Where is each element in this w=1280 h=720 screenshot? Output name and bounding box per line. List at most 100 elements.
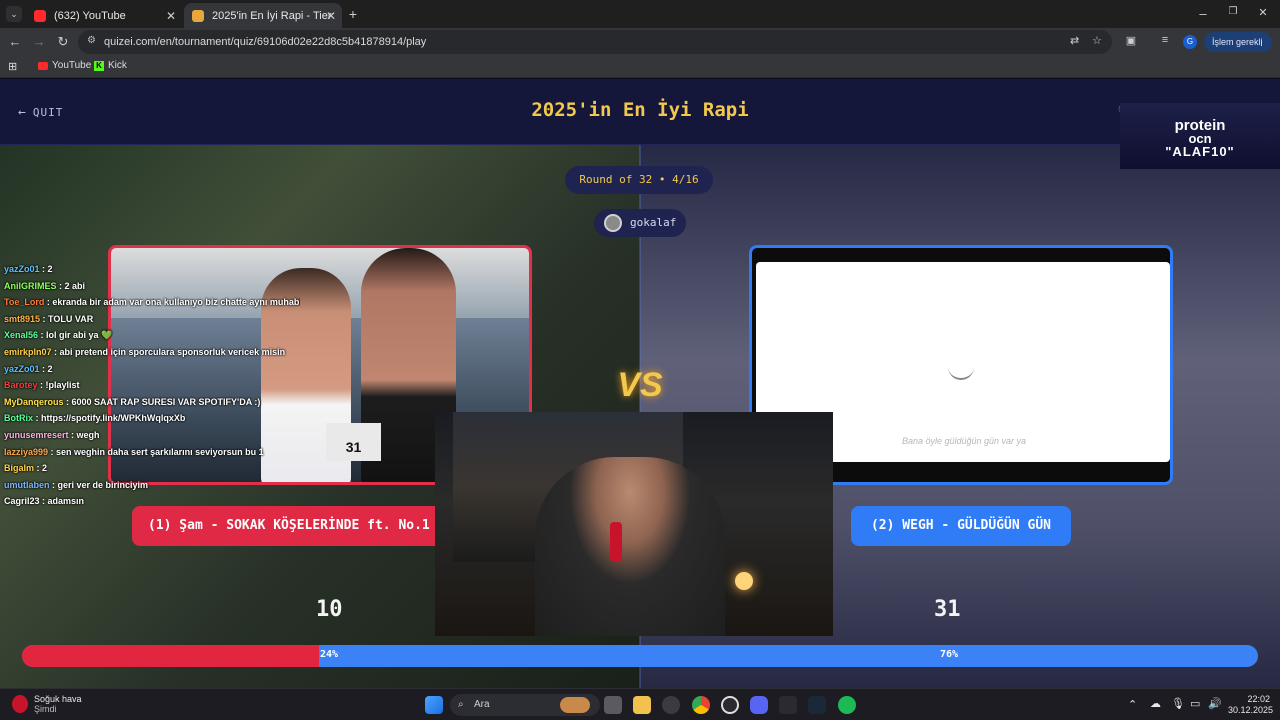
bookmarks-bar: ⊞ YouTube K Kick <box>0 56 1280 78</box>
chat-username: yazZo01 <box>4 264 40 274</box>
chat-username: Toe_Lord <box>4 297 45 308</box>
chatgpt-icon[interactable] <box>721 696 739 714</box>
weather-subtitle: Şimdi <box>34 704 57 714</box>
spotify-icon[interactable] <box>838 696 856 714</box>
chrome-icon[interactable] <box>692 696 710 714</box>
bookmark-youtube[interactable]: YouTube <box>38 60 91 71</box>
chat-message: Toe_Lord : ekranda bir adam var ona kull… <box>0 294 300 311</box>
minimize-icon[interactable]: – <box>1196 6 1210 21</box>
bookmark-star-icon[interactable]: ☆ <box>1092 34 1102 47</box>
chat-username: emirkpln07 <box>4 346 52 357</box>
tab-youtube[interactable]: (632) YouTube ✕ <box>26 3 182 28</box>
youtube-icon <box>38 61 48 70</box>
task-view-icon[interactable] <box>604 696 622 714</box>
tray-chevron-icon[interactable]: ⌃ <box>1128 698 1137 711</box>
close-window-icon[interactable]: ✕ <box>1256 6 1270 19</box>
app-icon[interactable] <box>779 696 797 714</box>
action-required-label: İşlem gerekli <box>1212 37 1263 47</box>
left-vote-count: 10 <box>316 597 343 622</box>
extensions-icon[interactable]: ▣ <box>1124 34 1138 47</box>
chat-text: lol gir abi ya 💚 <box>46 330 113 341</box>
volume-icon[interactable]: 🔊 <box>1208 697 1222 710</box>
mic-tray-icon[interactable]: 🎙 <box>1171 697 1185 710</box>
chat-message: yunusemresert : wegh <box>4 429 100 440</box>
tab-title: 2025'in En İyi Rapi - Tier List, B <box>212 9 332 22</box>
chat-text: ekranda bir adam var ona kullanıyo biz c… <box>52 297 300 308</box>
webcam-overlay <box>435 412 833 636</box>
weather-title: Soğuk hava <box>34 694 82 704</box>
weather-widget[interactable]: Soğuk hava Şimdi <box>34 694 82 714</box>
chat-text: 2 abi <box>64 280 86 291</box>
address-bar[interactable]: ⚙ quizei.com/en/tournament/quiz/69106d02… <box>78 30 1112 54</box>
search-icon: ⌕ <box>458 699 464 710</box>
forward-icon[interactable]: → <box>32 34 46 49</box>
action-required-button[interactable]: İşlem gerekli ⋮ <box>1204 32 1272 52</box>
url-text: quizei.com/en/tournament/quiz/69106d02e2… <box>104 36 427 48</box>
vote-split-bar: 24% 76% <box>22 645 1258 667</box>
weather-icon[interactable] <box>12 695 28 713</box>
stream-chat-overlay: yazZo01 : 2 AnilGRIMES : 2 abi Toe_Lord : … <box>0 261 300 510</box>
quizei-icon <box>192 9 204 22</box>
taskbar-search[interactable]: ⌕ Ara <box>450 694 600 716</box>
chat-username: yazZo01 <box>4 363 40 374</box>
chat-text: 6000 SAAT RAP SURESI VAR SPOTIFY'DA :) <box>71 396 261 407</box>
chat-username: MyDanqerous <box>4 396 64 407</box>
chat-username: umutlaben <box>4 479 50 490</box>
chat-message: MyDanqerous : 6000 SAAT RAP SURESI VAR S… <box>4 396 261 407</box>
obs-icon[interactable] <box>662 696 680 714</box>
right-vote-percent: 76% <box>940 649 959 660</box>
close-tab-icon[interactable]: ✕ <box>326 9 336 23</box>
tab-search-chevron-icon[interactable]: ⌄ <box>6 6 22 22</box>
steam-icon[interactable] <box>808 696 826 714</box>
chat-username: yunusemresert <box>4 429 69 440</box>
chat-message: Bigalm : 2 <box>4 463 48 474</box>
chat-text: https://spotify.link/WPKhWqlqxXb <box>41 413 186 424</box>
chat-text: !playlist <box>45 380 80 391</box>
apps-grid-icon[interactable]: ⊞ <box>8 60 17 73</box>
network-icon[interactable]: ▭ <box>1190 697 1200 710</box>
right-vote-count: 31 <box>934 597 961 622</box>
clock-date: 30.12.2025 <box>1228 705 1274 715</box>
chat-username: lazziya999 <box>4 446 49 457</box>
chat-message: Xenal56 : lol gir abi ya 💚 <box>4 330 113 341</box>
tab-strip: ⌄ (632) YouTube ✕ 2025'in En İyi Rapi - … <box>0 0 1280 28</box>
file-explorer-icon[interactable] <box>633 696 651 714</box>
new-tab-icon[interactable]: + <box>346 6 360 22</box>
chat-username: Bigalm <box>4 463 35 474</box>
profile-avatar[interactable]: G <box>1183 35 1197 49</box>
lamp-light <box>735 572 753 590</box>
chat-text: 2 <box>42 463 48 474</box>
chat-text: sen weghin daha sert şarkılarını seviyor… <box>56 446 264 457</box>
more-menu-icon: ⋮ <box>1257 37 1266 47</box>
clock[interactable]: 22:02 30.12.2025 <box>1228 694 1274 716</box>
tab-title: (632) YouTube <box>54 9 126 22</box>
media-control-icon[interactable]: ≡ <box>1158 34 1172 46</box>
restore-icon[interactable]: ❐ <box>1226 6 1240 17</box>
left-option-button[interactable]: (1) Şam - SOKAK KÖŞELERİNDE ft. No.1 <box>132 506 442 546</box>
discord-icon[interactable] <box>750 696 768 714</box>
onedrive-icon[interactable]: ☁ <box>1150 697 1161 710</box>
avatar <box>604 214 622 232</box>
chat-text: geri ver de birinciyim <box>57 479 149 490</box>
start-icon[interactable] <box>425 696 443 714</box>
chat-message: emirkpln07 : abi pretend için sporculara… <box>4 346 286 357</box>
sponsor-code: "ALAF10" <box>1165 144 1235 159</box>
chat-message: Cagril23 : adamsın <box>4 496 85 507</box>
site-info-icon[interactable]: ⚙ <box>87 35 96 46</box>
chat-text: TOLU VAR <box>48 313 94 324</box>
right-option-button[interactable]: (2) WEGH - GÜLDÜĞÜN GÜN <box>851 506 1071 546</box>
page-title: 2025'in En İyi Rapi <box>531 99 749 121</box>
video-plate-text: 31 <box>326 423 381 461</box>
tab-quizei[interactable]: 2025'in En İyi Rapi - Tier List, B ✕ <box>184 3 342 28</box>
search-highlight-icon <box>560 697 590 713</box>
left-vote-fill <box>22 645 319 667</box>
webcam-streamer <box>535 457 725 636</box>
close-tab-icon[interactable]: ✕ <box>166 9 176 23</box>
vs-icon: VS <box>617 366 663 404</box>
user-badge: gokalaf <box>594 209 686 237</box>
translate-icon[interactable]: ⇄ <box>1070 34 1079 47</box>
chat-message: lazziya999 : sen weghin daha sert şarkıl… <box>4 446 264 457</box>
bookmark-kick[interactable]: K Kick <box>94 60 127 71</box>
reload-icon[interactable]: ↻ <box>56 34 70 50</box>
back-icon[interactable]: ← <box>8 34 22 49</box>
